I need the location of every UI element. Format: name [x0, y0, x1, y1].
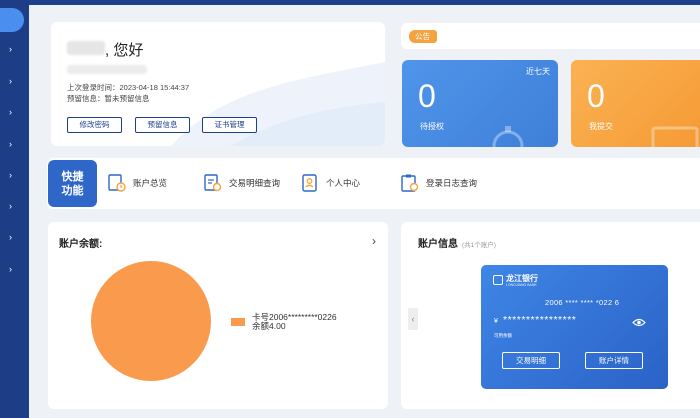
- quick-functions-bar: 快捷 功能 账户总览 交易明细查询 个人中心 登录日志查询: [47, 158, 700, 209]
- sidebar-item-3-chevron-icon[interactable]: ›: [9, 107, 17, 117]
- bank-name-en: LONGJIANG BANK: [506, 283, 537, 287]
- legend-amount: 余额4.00: [252, 321, 286, 331]
- account-info-title: 账户信息 (共1个账户): [418, 235, 496, 250]
- user-info-card: , 您好 上次登录时间：2023-04-18 15:44:37 预留信息：暂未预…: [51, 22, 385, 146]
- my-submitted-count: 0: [587, 78, 605, 114]
- sidebar-item-2-chevron-icon[interactable]: ›: [9, 76, 17, 86]
- reserve-info-button[interactable]: 预留信息: [135, 117, 190, 133]
- quick-item-transaction-query[interactable]: 交易明细查询: [203, 172, 280, 194]
- top-bar: [0, 0, 700, 5]
- login-log-icon: [401, 174, 419, 192]
- carousel-prev-button[interactable]: ‹: [408, 308, 418, 330]
- document-decoration-icon: [651, 126, 699, 147]
- eye-icon[interactable]: [632, 318, 646, 327]
- clock-decoration-icon: [492, 126, 524, 147]
- quick-item-personal-center[interactable]: 个人中心: [300, 172, 360, 194]
- account-overview-icon: [108, 174, 126, 192]
- quick-item-account-overview[interactable]: 账户总览: [107, 172, 167, 194]
- chevron-right-icon[interactable]: ›: [372, 234, 376, 248]
- balance-title: 账户余额:: [59, 239, 103, 250]
- quick-item-label: 登录日志查询: [426, 178, 478, 188]
- bank-card: 龙江银行 LONGJIANG BANK 2006 **** **** *022 …: [481, 265, 668, 389]
- sidebar-item-5-chevron-icon[interactable]: ›: [9, 170, 17, 180]
- pending-approval-count: 0: [418, 78, 436, 114]
- my-submitted-label: 我提交: [589, 122, 613, 131]
- account-balance-card: 账户余额: › 卡号2006*********0226 余额4.00: [48, 222, 388, 409]
- card-number: 2006 **** **** *022 6: [545, 298, 620, 307]
- personal-center-icon: [302, 174, 317, 192]
- pending-approval-range: 近七天: [526, 67, 550, 76]
- my-submitted-card[interactable]: 0 我提交 近: [571, 60, 700, 147]
- pending-approval-card[interactable]: 0 待授权 近七天: [402, 60, 558, 147]
- notice-tag: 公告: [409, 30, 437, 43]
- sidebar-item-6-chevron-icon[interactable]: ›: [9, 201, 17, 211]
- certificate-manage-button[interactable]: 证书管理: [202, 117, 257, 133]
- sidebar-home-item[interactable]: [0, 8, 24, 32]
- sidebar-item-4-chevron-icon[interactable]: ›: [9, 139, 17, 149]
- sidebar-item-8-chevron-icon[interactable]: ›: [9, 264, 17, 274]
- legend-text: 卡号2006*********0226 余额4.00: [252, 313, 337, 331]
- quick-item-label: 个人中心: [326, 178, 361, 188]
- balance-pie-chart: [91, 261, 211, 381]
- quick-item-label: 账户总览: [133, 178, 168, 188]
- quick-item-login-log[interactable]: 登录日志查询: [400, 172, 477, 194]
- balance-masked: ****************: [503, 314, 577, 326]
- legend-swatch: [231, 318, 245, 326]
- amount-prefix: ¥: [494, 318, 498, 325]
- change-password-button[interactable]: 修改密码: [67, 117, 122, 133]
- reserve-info: 预留信息：暂未预留信息: [67, 94, 150, 103]
- account-info-title-text: 账户信息: [418, 239, 458, 250]
- user-detail-blurred: [67, 65, 147, 74]
- greeting-text: , 您好: [105, 42, 144, 59]
- sidebar-item-1-chevron-icon[interactable]: ›: [9, 44, 17, 54]
- pending-approval-label: 待授权: [420, 122, 444, 131]
- account-detail-button[interactable]: 账户详情: [585, 352, 643, 369]
- transaction-detail-button[interactable]: 交易明细: [502, 352, 560, 369]
- bank-logo-icon: [493, 275, 503, 285]
- account-info-card: 账户信息 (共1个账户) ‹ 龙江银行 LONGJIANG BANK 2006 *…: [401, 222, 700, 409]
- last-login-time: 上次登录时间：2023-04-18 15:44:37: [67, 83, 190, 92]
- quick-title-line1: 快捷: [61, 171, 84, 183]
- sidebar-item-7-chevron-icon[interactable]: ›: [9, 232, 17, 242]
- transaction-query-icon: [204, 174, 222, 192]
- account-count: (共1个账户): [462, 242, 496, 249]
- pie-slice-0[interactable]: [91, 261, 211, 381]
- sidebar: › › › › › › › ›: [0, 0, 29, 418]
- notice-bar[interactable]: 公告: [401, 23, 700, 49]
- available-balance-label: 可用余额: [494, 333, 512, 338]
- quick-functions-title: 快捷 功能: [48, 160, 97, 207]
- quick-title-line2: 功能: [61, 185, 84, 197]
- username-blurred: [67, 41, 105, 55]
- quick-item-label: 交易明细查询: [229, 178, 281, 188]
